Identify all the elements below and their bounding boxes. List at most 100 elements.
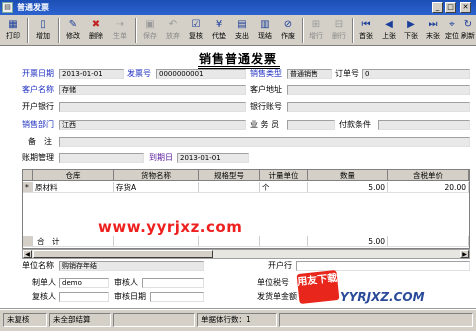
bank-field[interactable] xyxy=(59,102,246,112)
locate-icon: ⌖ xyxy=(449,19,455,30)
customer-addr-label: 客户地址 xyxy=(250,85,282,94)
total-cell xyxy=(114,236,199,247)
refresh-icon: ↻ xyxy=(463,19,473,30)
toolbar-separator xyxy=(58,18,60,43)
review-icon: ☑ xyxy=(191,19,201,30)
generate-button[interactable]: ⇢ 生单 xyxy=(108,16,132,45)
order-no-field[interactable]: 0 xyxy=(362,69,470,79)
save-icon: ▣ xyxy=(145,19,155,30)
invoice-no-field[interactable]: 0000000001 xyxy=(156,69,246,79)
sales-type-field[interactable]: 普通销售 xyxy=(287,69,332,79)
customer-field[interactable]: 存储 xyxy=(59,85,246,95)
period-field[interactable] xyxy=(59,153,144,163)
last-record-button[interactable]: ⏭ 末张 xyxy=(422,16,444,45)
grid-corner xyxy=(23,170,33,181)
cancel-icon: ↶ xyxy=(168,19,178,30)
grid-header-goods[interactable]: 货物名称 xyxy=(114,170,199,181)
first-record-icon: ⏮ xyxy=(361,19,371,30)
company-label: 单位名称 xyxy=(22,261,54,270)
payment-terms-field[interactable] xyxy=(378,120,470,130)
maker-field[interactable]: demo xyxy=(59,278,109,288)
status-empty xyxy=(113,313,195,327)
due-date-field[interactable]: 2013-01-01 xyxy=(177,153,249,163)
grid-horizontal-scrollbar[interactable]: ◀ ▶ xyxy=(22,249,470,259)
scroll-thumb[interactable] xyxy=(33,250,213,258)
advance-button[interactable]: ¥ 代垫 xyxy=(208,16,230,45)
cell-qty[interactable]: 5.00 xyxy=(308,182,388,193)
cell-goods[interactable]: 存货A xyxy=(114,182,199,193)
sales-type-label: 销售类型 xyxy=(250,69,282,78)
order-no-label: 订单号 xyxy=(335,69,359,78)
open-bank-label: 开户行 xyxy=(268,261,292,270)
delete-row-icon: ⊟ xyxy=(334,19,344,30)
scroll-right-icon[interactable]: ▶ xyxy=(460,250,469,258)
bank-account-field[interactable] xyxy=(287,102,470,112)
review-button[interactable]: ☑ 复核 xyxy=(185,16,207,45)
edit-button[interactable]: ✎ 修改 xyxy=(62,16,84,45)
grid-header-qty[interactable]: 数量 xyxy=(308,170,388,181)
review-date-field[interactable] xyxy=(150,292,204,302)
unit-tax-label: 单位税号 xyxy=(257,278,289,287)
cell-price[interactable]: 20.00 xyxy=(388,182,469,193)
row-marker: * xyxy=(23,182,33,193)
grid-header-unit[interactable]: 计量单位 xyxy=(260,170,308,181)
staff-field[interactable] xyxy=(287,120,335,130)
invoice-form: 销售普通发票 开票日期 2013-01-01 发票号 0000000001 销售… xyxy=(0,47,476,309)
void-button[interactable]: ⊘ 作废 xyxy=(277,16,299,45)
add-row-button[interactable]: ⊞ 增行 xyxy=(305,16,327,45)
cell-warehouse[interactable]: 原材料 xyxy=(33,182,114,193)
expense-button[interactable]: ▤ 支出 xyxy=(231,16,253,45)
toolbar-separator xyxy=(302,18,304,43)
open-bank-field[interactable] xyxy=(296,261,470,271)
invoice-date-field[interactable]: 2013-01-01 xyxy=(59,69,124,79)
add-row-icon: ⊞ xyxy=(311,19,321,30)
cash-settle-button[interactable]: ▥ 现结 xyxy=(254,16,276,45)
grid-header-spec[interactable]: 规格型号 xyxy=(199,170,260,181)
form-title: 销售普通发票 xyxy=(198,52,277,66)
add-button[interactable]: ▯ 增加 xyxy=(31,16,55,45)
next-record-button[interactable]: ▶ 下张 xyxy=(400,16,422,45)
customer-label: 客户名称 xyxy=(22,85,54,94)
reviewer-field[interactable] xyxy=(142,278,204,288)
invoice-lines-grid: 仓库 货物名称 规格型号 计量单位 数量 含税单价 * 原材料 存货A 个 5.… xyxy=(22,169,470,249)
rechecker-label: 复核人 xyxy=(32,292,56,301)
review-date-label: 审核日期 xyxy=(114,292,146,301)
total-label: 合 计 xyxy=(33,236,114,247)
remark-field[interactable] xyxy=(59,137,470,147)
grid-header-price[interactable]: 含税单价 xyxy=(388,170,469,181)
save-button[interactable]: ▣ 保存 xyxy=(139,16,161,45)
window-title-bar: ▤ 普通发票 _ □ ✕ xyxy=(0,0,476,15)
cell-unit[interactable]: 个 xyxy=(260,182,308,193)
status-review: 未复核 xyxy=(3,313,47,327)
scroll-left-icon[interactable]: ◀ xyxy=(23,250,32,258)
print-button[interactable]: ▦ 打印 xyxy=(2,16,24,45)
row-marker xyxy=(23,236,33,247)
rechecker-field[interactable] xyxy=(59,292,109,302)
status-row-count: 单据体行数：1 xyxy=(197,313,277,327)
last-record-icon: ⏭ xyxy=(428,19,438,30)
cell-spec[interactable] xyxy=(199,182,260,193)
delete-button[interactable]: ✖ 删除 xyxy=(85,16,107,45)
company-field[interactable]: 购销存年结 xyxy=(59,261,204,271)
first-record-button[interactable]: ⏮ 首张 xyxy=(355,16,377,45)
status-empty xyxy=(279,313,473,327)
void-icon: ⊘ xyxy=(283,19,293,30)
dept-field[interactable]: 江西 xyxy=(59,120,246,130)
advance-icon: ¥ xyxy=(215,19,223,30)
delete-icon: ✖ xyxy=(91,19,101,30)
delete-row-button[interactable]: ⊟ 删行 xyxy=(328,16,350,45)
close-icon[interactable]: ✕ xyxy=(460,2,471,13)
refresh-button[interactable]: ↻ 刷新 xyxy=(460,16,476,45)
customer-addr-field[interactable] xyxy=(287,85,470,95)
invoice-date-label: 开票日期 xyxy=(22,69,54,78)
grid-header-warehouse[interactable]: 仓库 xyxy=(33,170,114,181)
prev-record-button[interactable]: ◀ 上张 xyxy=(378,16,400,45)
minimize-icon[interactable]: _ xyxy=(432,2,443,13)
toolbar-separator xyxy=(135,18,137,43)
locate-button[interactable]: ⌖ 定位 xyxy=(444,16,460,45)
site-watermark: www.yyrjxz.com xyxy=(98,218,243,236)
invoice-amount-label: 发货单金额 xyxy=(257,292,297,301)
staff-label: 业 务 员 xyxy=(250,120,280,129)
maximize-icon[interactable]: □ xyxy=(445,2,456,13)
cancel-button[interactable]: ↶ 放弃 xyxy=(162,16,184,45)
